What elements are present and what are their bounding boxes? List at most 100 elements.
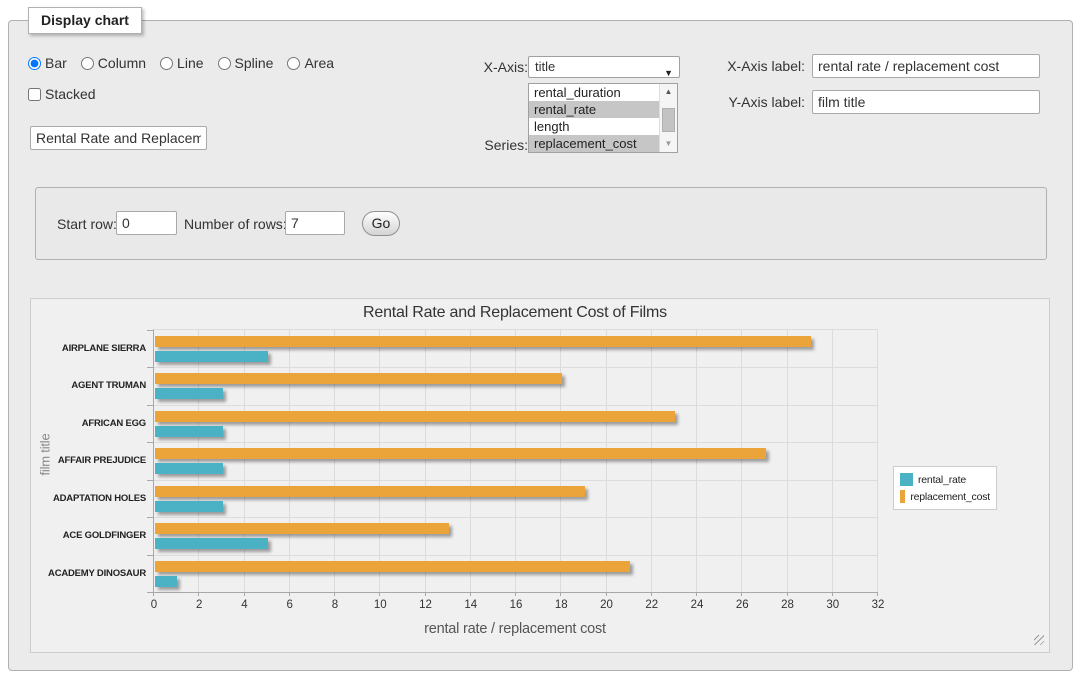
x-gridline: [696, 330, 697, 592]
bar-replacement_cost: [155, 523, 449, 534]
series-option-rental_duration[interactable]: rental_duration: [529, 84, 660, 101]
y-tick: [147, 442, 153, 443]
x-tick-label: 28: [770, 599, 806, 611]
chart-type-radio-column[interactable]: [81, 57, 94, 70]
x-tick: [244, 592, 245, 596]
x-gridline: [470, 330, 471, 592]
chart-type-label: Column: [98, 55, 146, 71]
x-axis-select[interactable]: title ▼: [528, 56, 680, 78]
stacked-checkbox[interactable]: [28, 88, 41, 101]
x-tick-label: 30: [815, 599, 851, 611]
x-tick-label: 24: [679, 599, 715, 611]
y-tick: [147, 405, 153, 406]
x-gridline: [787, 330, 788, 592]
y-gridline: [154, 480, 878, 481]
x-axis-title: rental rate / replacement cost: [153, 621, 877, 637]
x-tick-label: 8: [317, 599, 353, 611]
x-tick: [832, 592, 833, 596]
category-label: AGENT TRUMAN: [32, 367, 146, 404]
legend-item-rental_rate[interactable]: rental_rate: [900, 471, 990, 488]
series-options: rental_durationrental_ratelengthreplacem…: [529, 84, 660, 152]
x-tick-label: 16: [498, 599, 534, 611]
resize-handle-icon[interactable]: [1034, 635, 1044, 645]
x-gridline: [334, 330, 335, 592]
x-gridline: [198, 330, 199, 592]
bar-replacement_cost: [155, 448, 766, 459]
x-tick: [787, 592, 788, 596]
chart-type-option-line: Line: [160, 55, 203, 71]
x-axis-label-field-label: X-Axis label:: [705, 58, 805, 74]
x-tick-label: 20: [589, 599, 625, 611]
y-tick: [147, 517, 153, 518]
scrollbar-thumb[interactable]: [662, 108, 675, 132]
y-tick: [147, 480, 153, 481]
chart-type-radio-spline[interactable]: [218, 57, 231, 70]
x-gridline: [877, 330, 878, 592]
chart-title-input[interactable]: [30, 126, 207, 150]
x-gridline: [832, 330, 833, 592]
x-gridline: [651, 330, 652, 592]
y-gridline: [154, 517, 878, 518]
legend-item-replacement_cost[interactable]: replacement_cost: [900, 488, 990, 505]
series-multiselect[interactable]: rental_durationrental_ratelengthreplacem…: [528, 83, 678, 153]
stacked-option: Stacked: [28, 86, 96, 102]
x-gridline: [244, 330, 245, 592]
bar-rental_rate: [155, 426, 223, 437]
x-tick: [741, 592, 742, 596]
y-axis-label-input[interactable]: [812, 90, 1040, 114]
y-tick: [147, 592, 153, 593]
x-axis-label-input[interactable]: [812, 54, 1040, 78]
legend-label: rental_rate: [918, 474, 966, 486]
number-of-rows-input[interactable]: [285, 211, 345, 235]
y-gridline: [154, 367, 878, 368]
x-gridline: [741, 330, 742, 592]
x-tick-label: 10: [362, 599, 398, 611]
bar-replacement_cost: [155, 411, 675, 422]
y-tick: [147, 555, 153, 556]
x-tick-label: 0: [136, 599, 172, 611]
x-tick: [153, 592, 154, 596]
stacked-label: Stacked: [45, 86, 96, 102]
scrollbar-up-icon[interactable]: ▲: [660, 85, 677, 99]
x-tick-label: 22: [634, 599, 670, 611]
chart-type-radio-area[interactable]: [287, 57, 300, 70]
chart-type-option-spline: Spline: [218, 55, 274, 71]
series-option-replacement_cost[interactable]: replacement_cost: [529, 135, 660, 152]
x-tick-label: 18: [543, 599, 579, 611]
series-list-scrollbar[interactable]: ▲ ▼: [659, 84, 677, 152]
x-tick: [470, 592, 471, 596]
x-tick: [289, 592, 290, 596]
bar-rental_rate: [155, 463, 223, 474]
start-row-input[interactable]: [116, 211, 177, 235]
x-tick-label: 2: [181, 599, 217, 611]
x-tick-label: 26: [724, 599, 760, 611]
chart-type-option-column: Column: [81, 55, 146, 71]
chart-type-label: Bar: [45, 55, 67, 71]
y-tick: [147, 367, 153, 368]
number-of-rows-label: Number of rows:: [184, 216, 287, 232]
bar-rental_rate: [155, 388, 223, 399]
x-tick-label: 32: [860, 599, 896, 611]
legend-label: replacement_cost: [910, 491, 990, 503]
go-button[interactable]: Go: [362, 211, 400, 236]
category-label: ACADEMY DINOSAUR: [32, 555, 146, 592]
y-gridline: [154, 442, 878, 443]
chart-type-radio-line[interactable]: [160, 57, 173, 70]
category-label: AFFAIR PREJUDICE: [32, 442, 146, 479]
chart-type-radio-bar[interactable]: [28, 57, 41, 70]
bar-rental_rate: [155, 538, 268, 549]
x-tick-label: 12: [408, 599, 444, 611]
series-option-length[interactable]: length: [529, 118, 660, 135]
x-tick: [877, 592, 878, 596]
chart-type-label: Spline: [235, 55, 274, 71]
chart-title: Rental Rate and Replacement Cost of Film…: [153, 304, 877, 322]
chart-panel: Rental Rate and Replacement Cost of Film…: [30, 298, 1050, 653]
scrollbar-down-icon[interactable]: ▼: [660, 137, 677, 151]
chart-type-label: Area: [304, 55, 334, 71]
bar-replacement_cost: [155, 561, 630, 572]
x-gridline: [606, 330, 607, 592]
series-option-rental_rate[interactable]: rental_rate: [529, 101, 660, 118]
x-tick: [334, 592, 335, 596]
bar-rental_rate: [155, 576, 177, 587]
chart-type-label: Line: [177, 55, 203, 71]
